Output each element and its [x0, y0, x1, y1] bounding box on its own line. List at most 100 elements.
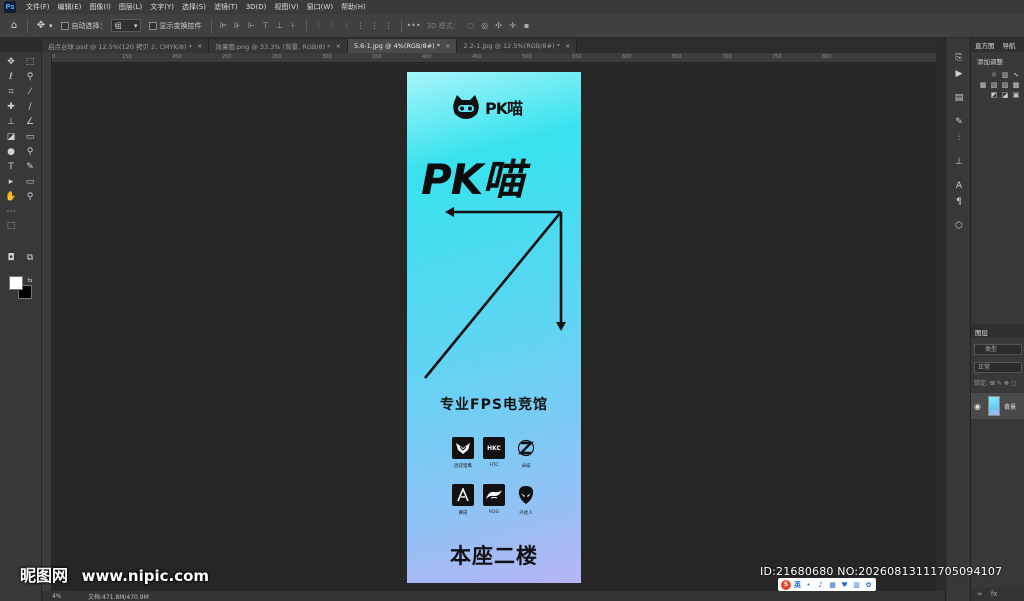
quick-mask-icon[interactable]: ◘: [5, 252, 17, 264]
edit-toolbar-icon[interactable]: ⬚: [5, 220, 17, 232]
move-tool-icon[interactable]: ✥: [5, 56, 17, 68]
align-right-icon[interactable]: ⊩: [247, 21, 257, 31]
type-tool-icon[interactable]: T: [5, 161, 17, 173]
more-tools-icon[interactable]: ⋯: [5, 206, 17, 218]
hue-icon[interactable]: ▨: [1001, 81, 1009, 89]
menu-3d[interactable]: 3D(D): [242, 3, 271, 11]
tab-histogram[interactable]: 直方图: [971, 40, 999, 50]
distribute-top-icon[interactable]: ⫶: [314, 21, 324, 31]
menu-edit[interactable]: 编辑(E): [54, 2, 86, 12]
layer-kind-filter[interactable]: 类型: [974, 344, 1022, 355]
close-icon[interactable]: ×: [565, 42, 570, 50]
clone-source-icon[interactable]: ⊥: [953, 156, 965, 168]
close-icon[interactable]: ×: [445, 42, 450, 50]
document-canvas[interactable]: PK喵 PK喵 专业FPS电竞馆 因叔猎鹰 HKC HTC 卓威 赛皮 ROG …: [407, 72, 581, 583]
align-bottom-icon[interactable]: ⊦: [289, 21, 299, 31]
color-balance-icon[interactable]: ▩: [1012, 81, 1020, 89]
dropdown-arrow-icon[interactable]: ▾: [49, 22, 53, 30]
tab-document-3-active[interactable]: 5.6-1.jpg @ 4%(RGB/8#) * ×: [347, 39, 458, 53]
3d-roll-icon[interactable]: ◎: [480, 21, 490, 31]
blend-mode-dropdown[interactable]: 正常: [974, 362, 1022, 373]
history-icon[interactable]: ⎘: [953, 52, 965, 64]
actions-play-icon[interactable]: ▶: [953, 68, 965, 80]
hand-tool-icon[interactable]: ✋: [5, 191, 17, 203]
lock-icons[interactable]: ⊠ ✎ ✥ ▢: [990, 380, 1016, 387]
marquee-tool-icon[interactable]: ⬚: [24, 56, 36, 68]
menu-view[interactable]: 视图(V): [270, 2, 302, 12]
3d-slide-icon[interactable]: ✛: [508, 21, 518, 31]
menu-image[interactable]: 图像(I): [85, 2, 115, 12]
menu-file[interactable]: 文件(F): [22, 2, 54, 12]
auto-select-dropdown[interactable]: 组 ▾: [110, 19, 141, 32]
dodge-tool-icon[interactable]: ⚲: [24, 146, 36, 158]
brush-settings-icon[interactable]: ✎: [953, 116, 965, 128]
photo-filter-icon[interactable]: ◪: [1001, 91, 1009, 99]
path-select-icon[interactable]: ▸: [5, 176, 17, 188]
magic-wand-icon[interactable]: ⚲: [24, 71, 36, 83]
close-icon[interactable]: ×: [197, 42, 202, 50]
levels-icon[interactable]: ▥: [1001, 71, 1009, 79]
exposure-icon[interactable]: ▦: [979, 81, 987, 89]
menu-select[interactable]: 选择(S): [178, 2, 210, 12]
gradient-tool-icon[interactable]: ▭: [24, 131, 36, 143]
canvas-area[interactable]: PK喵 PK喵 专业FPS电竞馆 因叔猎鹰 HKC HTC 卓威 赛皮 ROG …: [53, 64, 936, 591]
distribute-center-icon[interactable]: ⋮: [370, 21, 380, 31]
screen-mode-icon[interactable]: ⧉: [24, 252, 36, 264]
more-options-icon[interactable]: •••: [406, 21, 420, 31]
brightness-icon[interactable]: ☼: [990, 71, 998, 79]
curves-icon[interactable]: ∿: [1012, 71, 1020, 79]
layers-panel-title[interactable]: 图层: [971, 324, 1024, 338]
swap-colors-icon[interactable]: ⇆: [24, 274, 36, 286]
tab-document-2[interactable]: 效果图.png @ 33.3% (背景, RGB/8) * ×: [209, 39, 348, 53]
align-center-icon[interactable]: ⊪: [233, 21, 243, 31]
menu-window[interactable]: 窗口(W): [303, 2, 337, 12]
ime-language[interactable]: 英: [794, 580, 801, 590]
channel-mixer-icon[interactable]: ▣: [1012, 91, 1020, 99]
healing-brush-icon[interactable]: ✚: [5, 101, 17, 113]
black-white-icon[interactable]: ◩: [990, 91, 998, 99]
history-brush-icon[interactable]: ∠: [24, 116, 36, 128]
close-icon[interactable]: ×: [336, 42, 341, 50]
brush-tool-icon[interactable]: ∕: [24, 101, 36, 113]
toolbox-icon[interactable]: ▥: [852, 580, 861, 589]
move-tool-icon[interactable]: ✥: [33, 18, 49, 34]
home-icon[interactable]: ⌂: [6, 18, 22, 34]
foreground-color-swatch[interactable]: [9, 276, 23, 290]
crop-tool-icon[interactable]: ⌗: [5, 86, 17, 98]
zoom-tool-icon[interactable]: ⚲: [24, 191, 36, 203]
adjustments-icon[interactable]: ⫶: [953, 132, 965, 144]
keyboard-icon[interactable]: ▦: [828, 580, 837, 589]
settings-icon[interactable]: ✿: [864, 580, 873, 589]
distribute-middle-icon[interactable]: ⫶: [328, 21, 338, 31]
menu-layer[interactable]: 图层(L): [115, 2, 146, 12]
vibrance-icon[interactable]: ▧: [990, 81, 998, 89]
align-left-icon[interactable]: ⊫: [219, 21, 229, 31]
3d-scale-icon[interactable]: ▪: [522, 21, 532, 31]
3d-orbit-icon[interactable]: ◌: [466, 21, 476, 31]
layer-style-icon[interactable]: fx: [991, 590, 998, 598]
rectangle-tool-icon[interactable]: ▭: [24, 176, 36, 188]
distribute-bottom-icon[interactable]: ⫶: [342, 21, 352, 31]
microphone-icon[interactable]: ♪: [816, 580, 825, 589]
sogou-icon[interactable]: S: [781, 579, 791, 590]
eraser-tool-icon[interactable]: ◪: [5, 131, 17, 143]
blur-tool-icon[interactable]: ●: [5, 146, 17, 158]
tab-navigator[interactable]: 导航: [999, 40, 1020, 50]
lasso-tool-icon[interactable]: ℓ: [5, 71, 17, 83]
tab-document-1[interactable]: 启点台球.psd @ 12.5%(120 拷贝 2, CMYK/8) * ×: [42, 39, 210, 53]
layer-row[interactable]: ◉ 背景: [971, 393, 1024, 419]
menu-type[interactable]: 文字(Y): [146, 2, 178, 12]
punctuation-icon[interactable]: •: [804, 580, 813, 589]
3d-cube-icon[interactable]: ⬡: [953, 220, 965, 232]
menu-filter[interactable]: 滤镜(T): [210, 2, 242, 12]
stamp-tool-icon[interactable]: ⊥: [5, 116, 17, 128]
link-layers-icon[interactable]: ∞: [977, 590, 983, 598]
skin-icon[interactable]: ♥: [840, 580, 849, 589]
3d-pan-icon[interactable]: ✣: [494, 21, 504, 31]
distribute-right-icon[interactable]: ⋮: [384, 21, 394, 31]
paragraph-panel-icon[interactable]: ¶: [953, 196, 965, 208]
menu-help[interactable]: 帮助(H): [337, 2, 370, 12]
character-panel-icon[interactable]: A: [953, 180, 965, 192]
zoom-level[interactable]: 4%: [52, 593, 88, 600]
eyedropper-icon[interactable]: ⁄: [24, 86, 36, 98]
